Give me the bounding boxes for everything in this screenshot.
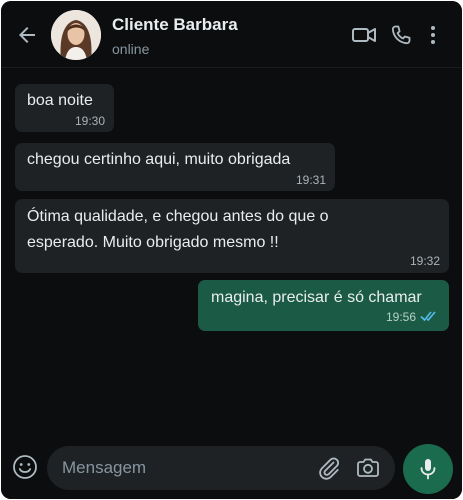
avatar[interactable] xyxy=(51,10,101,60)
message-time: 19:30 xyxy=(74,114,105,128)
message-time: 19:56 xyxy=(385,310,416,324)
read-receipt-icon xyxy=(420,311,436,322)
attach-icon[interactable] xyxy=(317,456,341,480)
camera-icon[interactable] xyxy=(355,456,381,480)
microphone-icon xyxy=(420,459,436,480)
contact-status: online xyxy=(112,41,150,57)
message-text: magina, precisar é só chamar xyxy=(211,289,422,306)
message-placeholder: Mensagem xyxy=(62,458,147,477)
message-bubble-incoming[interactable]: chegou certinho aqui, muito obrigada 19:… xyxy=(15,143,335,191)
more-options-icon[interactable] xyxy=(425,23,441,47)
chat-header: Cliente Barbara online xyxy=(1,1,462,68)
message-list[interactable]: boa noite 19:30 chegou certinho aqui, mu… xyxy=(1,68,462,436)
message-bubble-incoming[interactable]: Ótima qualidade, e chegou antes do que o… xyxy=(15,199,449,273)
voice-message-button[interactable] xyxy=(403,444,453,494)
message-bubble-incoming[interactable]: boa noite 19:30 xyxy=(15,84,114,132)
message-time: 19:31 xyxy=(295,173,326,187)
message-text-line-1: Ótima qualidade, e chegou antes do que o xyxy=(27,208,329,225)
message-text: boa noite xyxy=(27,92,93,109)
back-arrow-icon[interactable] xyxy=(15,23,39,47)
avatar-photo xyxy=(51,10,101,60)
emoji-icon[interactable] xyxy=(12,454,38,480)
message-text-line-2: esperado. Muito obrigado mesmo !! xyxy=(27,234,279,251)
message-text: chegou certinho aqui, muito obrigada xyxy=(27,151,291,168)
message-time: 19:32 xyxy=(409,254,440,268)
video-call-icon[interactable] xyxy=(351,23,377,47)
phone-call-icon[interactable] xyxy=(388,23,414,47)
message-input[interactable]: Mensagem xyxy=(47,446,395,490)
contact-name[interactable]: Cliente Barbara xyxy=(112,15,238,35)
message-bubble-outgoing[interactable]: magina, precisar é só chamar 19:56 xyxy=(198,280,449,331)
chat-window: Cliente Barbara online boa noite 19:30 c… xyxy=(1,1,462,499)
composer-bar: Mensagem xyxy=(1,436,462,499)
